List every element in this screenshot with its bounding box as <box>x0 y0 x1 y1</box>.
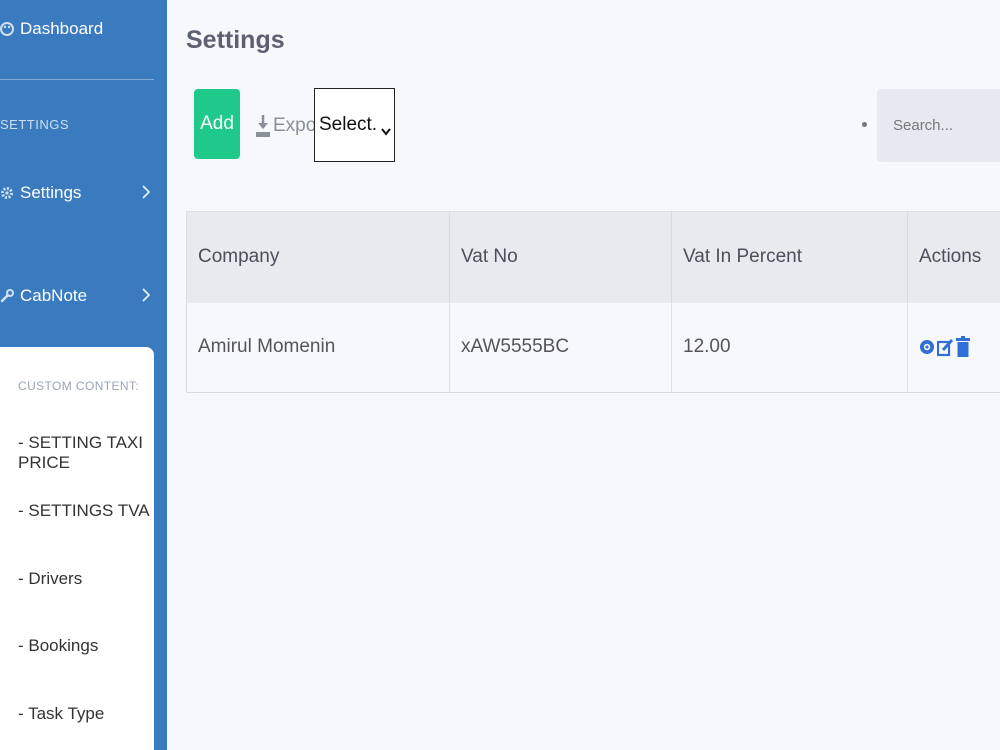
edit-icon[interactable] <box>937 337 954 357</box>
chevron-down-icon <box>381 120 391 142</box>
column-header-vat-percent[interactable]: Vat In Percent <box>671 211 908 303</box>
vat-table: Company Vat No Vat In Percent Actions Am… <box>186 211 1000 393</box>
table-header-row: Company Vat No Vat In Percent Actions <box>186 211 1000 303</box>
table-row: Amirul Momenin xAW5555BC 12.00 <box>186 302 1000 393</box>
cell-vat-no: xAW5555BC <box>449 302 672 393</box>
page-title: Settings <box>186 26 285 54</box>
search-input[interactable] <box>877 89 1000 162</box>
add-button[interactable]: Add <box>194 89 240 159</box>
sidebar-item-label: Dashboard <box>20 19 104 38</box>
palette-icon <box>0 22 14 36</box>
row-actions <box>919 336 1000 358</box>
submenu-title: CUSTOM CONTENT: <box>18 379 140 393</box>
download-icon <box>255 113 271 139</box>
sidebar-item-label: Settings <box>20 183 82 202</box>
export-format-select[interactable]: Select. <box>314 88 395 162</box>
eye-icon[interactable] <box>919 339 935 355</box>
cell-company: Amirul Momenin <box>186 302 450 393</box>
column-header-vat-no[interactable]: Vat No <box>449 211 672 303</box>
sidebar: Dashboard SETTINGS Settings CabNote CUST… <box>0 0 167 750</box>
submenu-item-drivers[interactable]: - Drivers <box>18 569 82 589</box>
sidebar-item-dashboard[interactable]: Dashboard <box>0 14 160 44</box>
sidebar-divider <box>0 79 154 80</box>
sidebar-item-settings[interactable]: Settings <box>0 178 160 208</box>
sidebar-item-label: CabNote <box>20 286 88 305</box>
gear-icon <box>0 186 14 200</box>
submenu-item-task-type[interactable]: - Task Type <box>18 704 104 724</box>
trash-icon[interactable] <box>956 336 970 358</box>
sidebar-item-cabnote[interactable]: CabNote <box>0 281 160 311</box>
select-value: Select. <box>319 114 378 135</box>
submenu-item-setting-taxi-price[interactable]: - SETTING TAXI PRICE <box>18 433 154 473</box>
cell-actions <box>907 302 1000 393</box>
chevron-right-icon <box>142 288 151 307</box>
column-header-company[interactable]: Company <box>186 211 450 303</box>
status-dot <box>862 122 867 127</box>
chevron-right-icon <box>142 185 151 204</box>
sidebar-section-label: SETTINGS <box>0 117 70 132</box>
cabnote-submenu: CUSTOM CONTENT: - SETTING TAXI PRICE - S… <box>0 347 154 750</box>
wrench-icon <box>0 289 14 303</box>
submenu-item-settings-tva[interactable]: - SETTINGS TVA <box>18 501 150 521</box>
column-header-actions: Actions <box>907 211 1000 303</box>
cell-vat-percent: 12.00 <box>671 302 908 393</box>
submenu-item-bookings[interactable]: - Bookings <box>18 636 98 656</box>
